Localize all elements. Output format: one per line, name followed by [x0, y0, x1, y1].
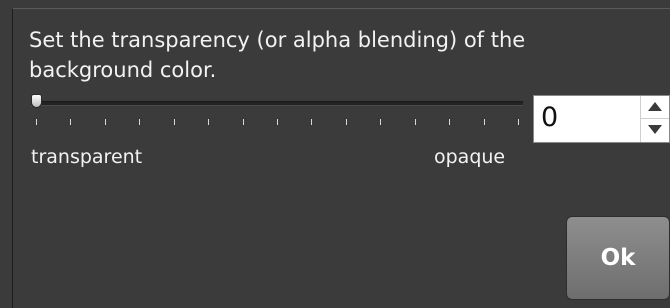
slider-tick [483, 119, 485, 125]
spin-up-button[interactable] [641, 96, 669, 119]
transparency-dialog: Set the transparency (or alpha blending)… [12, 8, 670, 308]
transparency-slider[interactable] [31, 93, 527, 127]
slider-tick [36, 119, 37, 125]
spinbox-value[interactable]: 0 [541, 102, 558, 133]
spin-down-button[interactable] [641, 119, 669, 142]
slider-tick [104, 119, 106, 125]
triangle-up-icon [648, 102, 662, 111]
slider-tick [345, 119, 347, 125]
slider-tick [139, 119, 141, 125]
slider-track[interactable] [31, 101, 523, 106]
transparency-spinbox[interactable]: 0 [533, 95, 670, 143]
slider-tick [70, 119, 72, 125]
dialog-message: Set the transparency (or alpha blending)… [29, 28, 526, 82]
slider-tick [518, 119, 519, 125]
ok-button[interactable]: Ok [566, 216, 670, 300]
slider-tick [414, 119, 416, 125]
slider-tick [277, 119, 278, 125]
slider-tick [242, 119, 244, 125]
slider-tick [311, 119, 313, 125]
slider-min-label: transparent [31, 146, 143, 168]
slider-tick [449, 119, 451, 125]
slider-max-label: opaque [434, 146, 506, 168]
slider-handle[interactable] [31, 94, 42, 108]
slider-tick [208, 119, 210, 125]
triangle-down-icon [648, 125, 662, 134]
spinbox-buttons [640, 96, 669, 142]
slider-tick [380, 119, 382, 125]
slider-tick [173, 119, 175, 125]
